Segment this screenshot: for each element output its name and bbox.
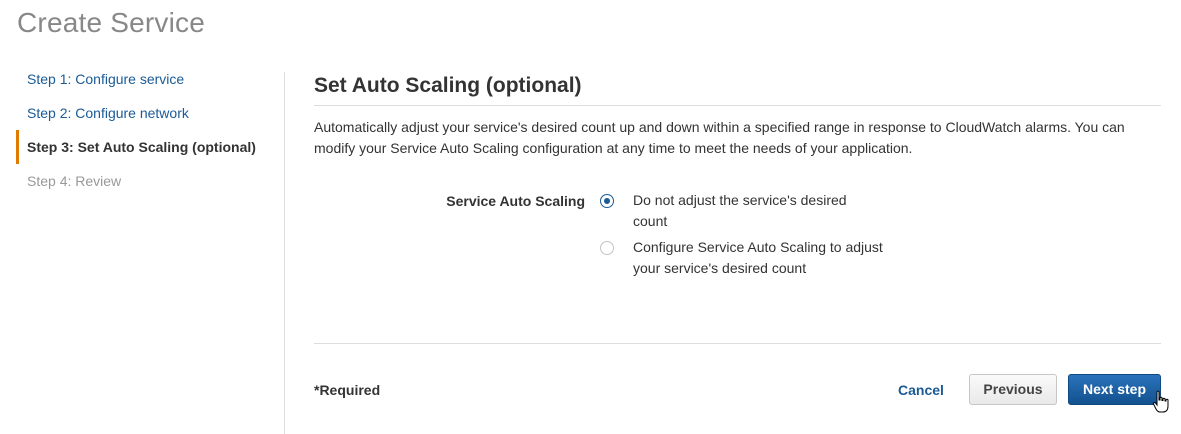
section-description: Automatically adjust your service's desi…: [314, 119, 1125, 156]
step-set-auto-scaling: Step 3: Set Auto Scaling (optional): [16, 130, 276, 164]
radio-option-configure-auto-scaling[interactable]: Configure Service Auto Scaling to adjust…: [600, 237, 883, 279]
next-step-button[interactable]: Next step: [1068, 374, 1161, 405]
step-configure-network[interactable]: Step 2: Configure network: [16, 96, 276, 130]
step-configure-service[interactable]: Step 1: Configure service: [16, 62, 276, 96]
radio-option-do-not-adjust[interactable]: Do not adjust the service's desired coun…: [600, 190, 883, 232]
required-note: *Required: [314, 382, 381, 398]
radio-button-unchecked[interactable]: [600, 241, 614, 255]
radio-button-checked[interactable]: [600, 194, 614, 208]
page-title: Create Service: [17, 7, 205, 38]
wizard-steps-nav: Step 1: Configure service Step 2: Config…: [16, 62, 276, 198]
radio-option-label[interactable]: Do not adjust the service's desired coun…: [633, 190, 883, 232]
service-auto-scaling-label: Service Auto Scaling: [446, 193, 585, 209]
step-review: Step 4: Review: [27, 173, 122, 189]
hand-pointer-icon: [1152, 390, 1169, 413]
footer-divider: [314, 343, 1161, 344]
title-divider: [314, 105, 1161, 106]
previous-button[interactable]: Previous: [969, 374, 1057, 405]
radio-option-label[interactable]: Configure Service Auto Scaling to adjust…: [633, 237, 883, 279]
sidebar-divider: [284, 72, 285, 434]
main-panel: Set Auto Scaling (optional) Automaticall…: [314, 72, 1161, 405]
section-title: Set Auto Scaling (optional): [314, 74, 582, 97]
cancel-button[interactable]: Cancel: [888, 375, 954, 405]
service-auto-scaling-radio-group: Do not adjust the service's desired coun…: [600, 190, 883, 284]
